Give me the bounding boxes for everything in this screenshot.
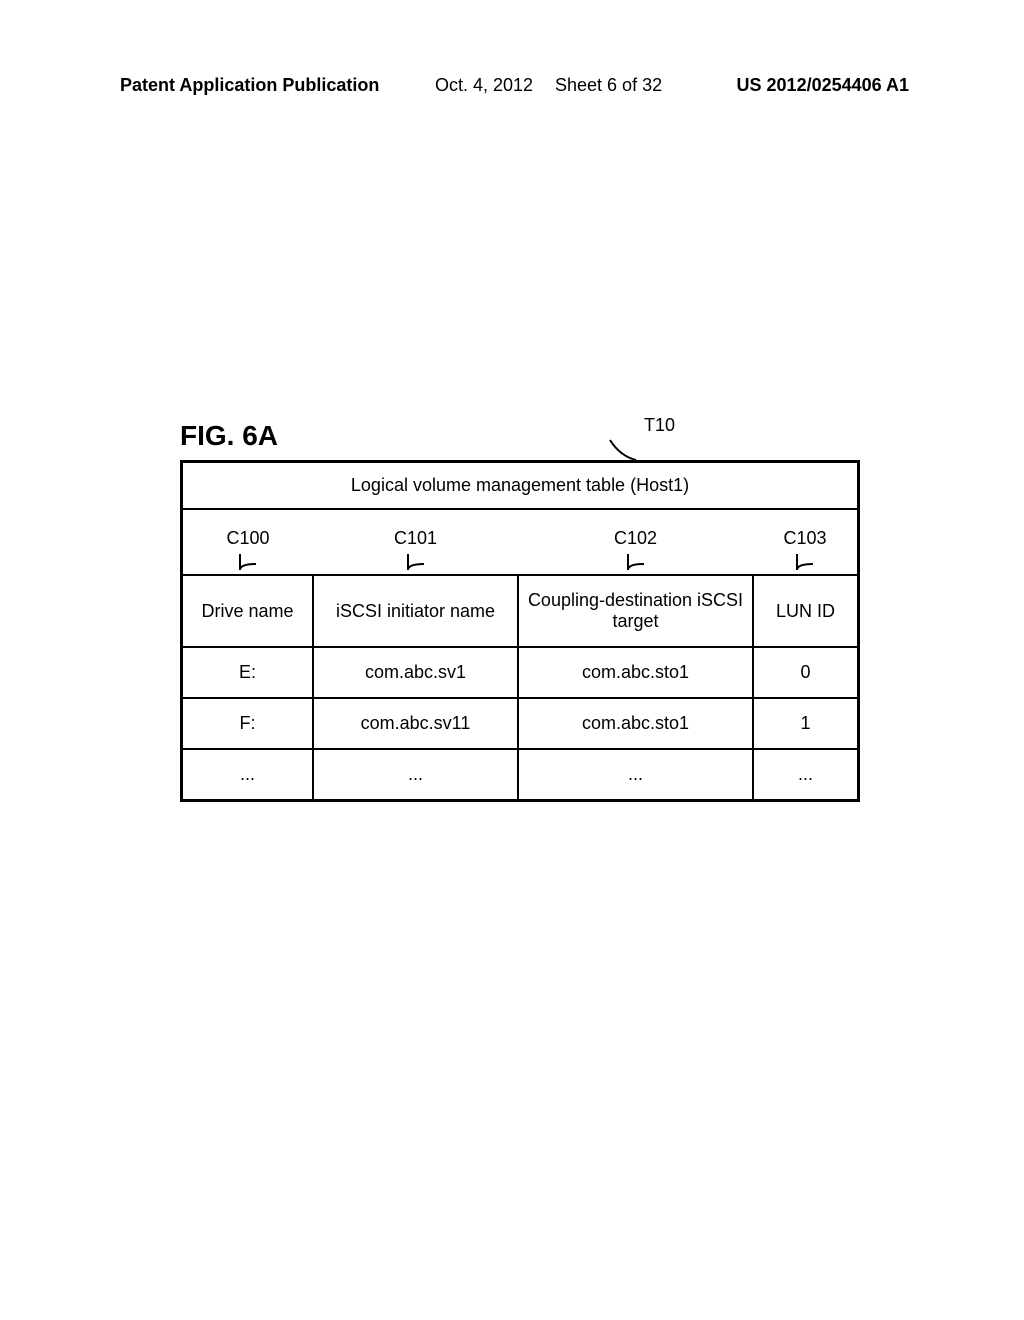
hook-icon	[624, 552, 648, 572]
column-ref-1: C101	[313, 528, 518, 574]
hook-icon	[236, 552, 260, 572]
column-references: C100 C101 C102 C103	[183, 510, 857, 574]
table-cell: E:	[183, 647, 313, 698]
column-ref-2: C102	[518, 528, 753, 574]
publication-type: Patent Application Publication	[120, 75, 379, 96]
sheet-info: Sheet 6 of 32	[555, 75, 662, 96]
figure-label: FIG. 6A	[180, 420, 860, 452]
table-header: LUN ID	[753, 575, 857, 647]
table-header: iSCSI initiator name	[313, 575, 518, 647]
table-cell: 0	[753, 647, 857, 698]
data-table: Drive name iSCSI initiator name Coupling…	[183, 574, 857, 799]
table-header: Drive name	[183, 575, 313, 647]
hook-icon	[404, 552, 428, 572]
table-row: E: com.abc.sv1 com.abc.sto1 0	[183, 647, 857, 698]
table-cell: com.abc.sto1	[518, 698, 753, 749]
table-cell: 1	[753, 698, 857, 749]
leader-line-icon	[608, 438, 638, 463]
table-cell: ...	[753, 749, 857, 799]
table-cell: com.abc.sto1	[518, 647, 753, 698]
column-ref-label: C103	[783, 528, 826, 548]
table-cell: ...	[183, 749, 313, 799]
table-row: F: com.abc.sv11 com.abc.sto1 1	[183, 698, 857, 749]
publication-date: Oct. 4, 2012	[435, 75, 533, 96]
table-reference: T10	[644, 415, 675, 436]
table-cell: ...	[518, 749, 753, 799]
table-header-row: Drive name iSCSI initiator name Coupling…	[183, 575, 857, 647]
table-cell: com.abc.sv1	[313, 647, 518, 698]
column-ref-3: C103	[753, 528, 857, 574]
hook-icon	[793, 552, 817, 572]
column-ref-label: C101	[394, 528, 437, 548]
table-row: ... ... ... ...	[183, 749, 857, 799]
figure-content: FIG. 6A T10 Logical volume management ta…	[180, 420, 860, 802]
table-title: Logical volume management table (Host1)	[183, 463, 857, 510]
column-ref-label: C102	[614, 528, 657, 548]
column-ref-0: C100	[183, 528, 313, 574]
column-ref-label: C100	[226, 528, 269, 548]
publication-number: US 2012/0254406 A1	[737, 75, 909, 96]
table-cell: F:	[183, 698, 313, 749]
table-cell: ...	[313, 749, 518, 799]
table-header: Coupling-destination iSCSI target	[518, 575, 753, 647]
logical-volume-table: Logical volume management table (Host1) …	[180, 460, 860, 802]
table-cell: com.abc.sv11	[313, 698, 518, 749]
